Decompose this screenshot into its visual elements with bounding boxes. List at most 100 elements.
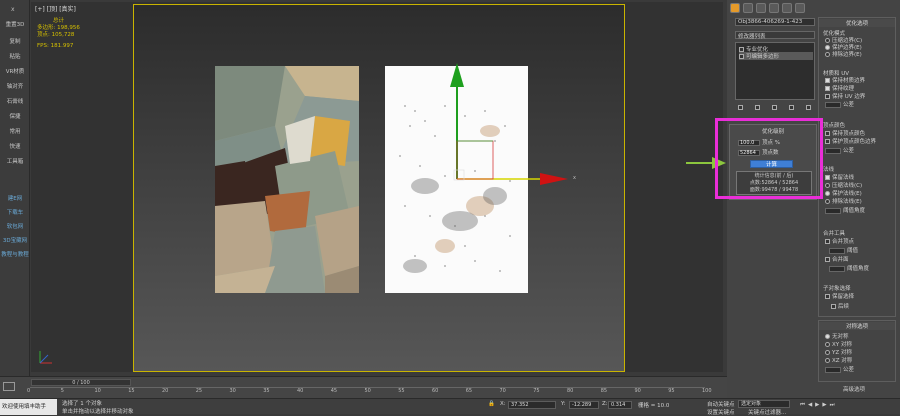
link-jianewang[interactable]: 建E网	[1, 194, 29, 202]
tool-common[interactable]: 常用	[1, 127, 29, 135]
remove-modifier-icon[interactable]	[788, 105, 794, 110]
create-tab-icon[interactable]	[730, 3, 740, 13]
frame-slider[interactable]: 0 / 100	[31, 379, 131, 386]
welcome-text[interactable]: 欢迎使用填丰助手	[0, 399, 57, 415]
check-subsequent[interactable]: 后续	[831, 302, 849, 310]
check-keep-uv-boundary[interactable]: 保持 UV 边界	[825, 92, 865, 100]
modify-tab-icon[interactable]	[743, 3, 753, 13]
stats-poly-label: 多边形:	[37, 25, 56, 31]
lock-icon[interactable]: 🔒	[488, 401, 495, 407]
timeline-tick-label: 15	[128, 388, 135, 394]
check-keep-textures[interactable]: 保持纹理	[825, 84, 854, 92]
z-label: Z:	[602, 401, 608, 407]
link-softpack[interactable]: 软包网	[1, 222, 29, 230]
viewport-label[interactable]: [+] [顶] [真实]	[35, 4, 76, 13]
vcolor-title: 顶点颜色	[823, 123, 846, 129]
tool-paste[interactable]: 粘贴	[1, 52, 29, 60]
timeline-tick-label: 45	[330, 388, 338, 394]
timeline-tick-label: 10	[94, 388, 101, 394]
radio-exclude-boundary[interactable]: 排除边界(E)	[825, 50, 862, 58]
radio-xy-symmetry[interactable]: XY 对称	[825, 340, 852, 348]
stats-fps-label: FPS:	[37, 43, 49, 49]
check-merge-faces[interactable]: 合并面	[825, 255, 849, 263]
stack-item-editable-poly[interactable]: 可编辑多边形	[739, 52, 813, 60]
link-3d-treasure[interactable]: 3D宝藏网	[1, 236, 29, 244]
radio-exclude-normals[interactable]: 排除法线(E)	[825, 197, 862, 205]
timeline-tick-label: 35	[263, 388, 270, 394]
uv-tolerance[interactable]: 公差	[825, 100, 854, 108]
timeline-tick-label: 95	[668, 388, 675, 394]
world-axis-icon	[39, 351, 52, 364]
close-icon[interactable]: x	[11, 6, 15, 13]
merge-vertex-threshold[interactable]: 阈值	[829, 246, 858, 254]
timeline-tick-label: 55	[398, 388, 405, 394]
radio-protect-normals[interactable]: 保护法线(E)	[825, 189, 862, 197]
timeline-tick-label: 20	[162, 388, 169, 394]
radio-yz-symmetry[interactable]: YZ 对称	[825, 348, 852, 356]
selected-count: 选择了 1 个对象	[62, 401, 102, 407]
timeline-tick-label: 50	[364, 388, 371, 394]
motion-tab-icon[interactable]	[769, 3, 779, 13]
playback-controls-icon[interactable]: ⏮◀▶▶⏭	[800, 402, 838, 409]
radio-compress-normals[interactable]: 压缩法线(C)	[825, 181, 862, 189]
configure-sets-icon[interactable]	[805, 105, 811, 110]
check-keep-normals[interactable]: 保留法线	[825, 173, 854, 181]
left-toolbar: x 重置3D 复制 粘贴 VR材质 轴对齐 石膏线 保捷 常用 快速 工具箱 建…	[0, 0, 30, 376]
link-tutorials[interactable]: 教程与教程	[1, 250, 29, 258]
advanced-options-title[interactable]: 高级选项	[843, 385, 865, 393]
tool-quick[interactable]: 快速	[1, 142, 29, 150]
timeline-tick-label: 75	[533, 388, 540, 394]
timeline-icon[interactable]	[3, 382, 15, 391]
tool-toolbox[interactable]: 工具箱	[1, 157, 29, 165]
utilities-tab-icon[interactable]	[795, 3, 805, 13]
link-download[interactable]: 下载车	[1, 208, 29, 216]
opt-options-title: 优化选项	[819, 19, 895, 27]
object-name-field[interactable]: Obj3866-406269-1-423	[735, 18, 815, 26]
radio-no-symmetry[interactable]: 无对称	[825, 332, 849, 340]
timeline-tick-label: 65	[465, 388, 473, 394]
y-coord-field[interactable]: -12.289	[569, 401, 599, 409]
optimization-options-group: 优化选项 优化模式 压缩边界(C) 保护边界(E) 排除边界(E) 材质和 UV…	[818, 17, 896, 317]
normals-angle[interactable]: 阈值角度	[825, 206, 865, 214]
modifier-list-dropdown[interactable]: 修改器列表	[735, 31, 815, 40]
merge-title: 合并工具	[823, 231, 846, 237]
tool-copy[interactable]: 复制	[1, 37, 29, 45]
display-tab-icon[interactable]	[782, 3, 792, 13]
axis-x-label: x	[573, 175, 576, 181]
show-end-result-icon[interactable]	[754, 105, 760, 110]
tool-axis-align[interactable]: 轴对齐	[1, 82, 29, 90]
vcolor-tolerance[interactable]: 公差	[825, 146, 854, 154]
timeline-tick-label: 0	[27, 388, 31, 394]
check-merge-vertices[interactable]: 合并顶点	[825, 237, 854, 245]
rug-model-original[interactable]	[215, 66, 359, 293]
check-keep-material-boundary[interactable]: 保持材质边界	[825, 76, 865, 84]
merge-face-angle[interactable]: 阈值角度	[829, 264, 869, 272]
x-axis-arrow-icon	[540, 173, 568, 185]
stats-fps-value: 181.997	[50, 43, 74, 49]
check-keep-vertex-colors[interactable]: 保持顶点颜色	[825, 129, 865, 137]
setkey-button[interactable]: 设置关键点	[707, 408, 735, 416]
key-filters-button[interactable]: 关键点过滤器...	[748, 408, 786, 416]
timeline-ruler[interactable]: 0 5 10 15 20 25 30 35 40 45 50 55 60 65 70 75 80 85 90 95 10…	[27, 387, 712, 398]
sym-tolerance[interactable]: 公差	[825, 365, 854, 373]
make-unique-icon[interactable]	[771, 105, 777, 110]
hierarchy-tab-icon[interactable]	[756, 3, 766, 13]
pin-stack-icon[interactable]	[738, 105, 743, 110]
radio-xz-symmetry[interactable]: XZ 对称	[825, 356, 852, 364]
tool-vr-material[interactable]: VR材质	[1, 67, 29, 75]
tool-reset3d[interactable]: 重置3D	[1, 20, 29, 28]
autokey-button[interactable]: 自动关键点	[707, 400, 735, 408]
check-protect-vcolor-boundary[interactable]: 保护顶点颜色边界	[825, 137, 876, 145]
check-keep-selection[interactable]: 保留选择	[825, 292, 854, 300]
timeline-tick-label: 80	[567, 388, 574, 394]
timeline[interactable]: 0 / 100 0 5 10 15 20 25 30 35 40 45 50 55 60 65 70 75 80…	[0, 376, 727, 398]
z-coord-field[interactable]: 0.314	[608, 401, 632, 409]
selected-object-dropdown[interactable]: 选定对象	[738, 400, 790, 408]
x-coord-field[interactable]: 37.352	[508, 401, 556, 409]
tool-shortcut[interactable]: 保捷	[1, 112, 29, 120]
tool-plaster-line[interactable]: 石膏线	[1, 97, 29, 105]
sym-title: 对称选项	[819, 322, 895, 330]
stack-bulb-icon[interactable]	[739, 54, 744, 59]
move-gizmo[interactable]	[440, 55, 585, 190]
x-label: X:	[500, 401, 506, 407]
